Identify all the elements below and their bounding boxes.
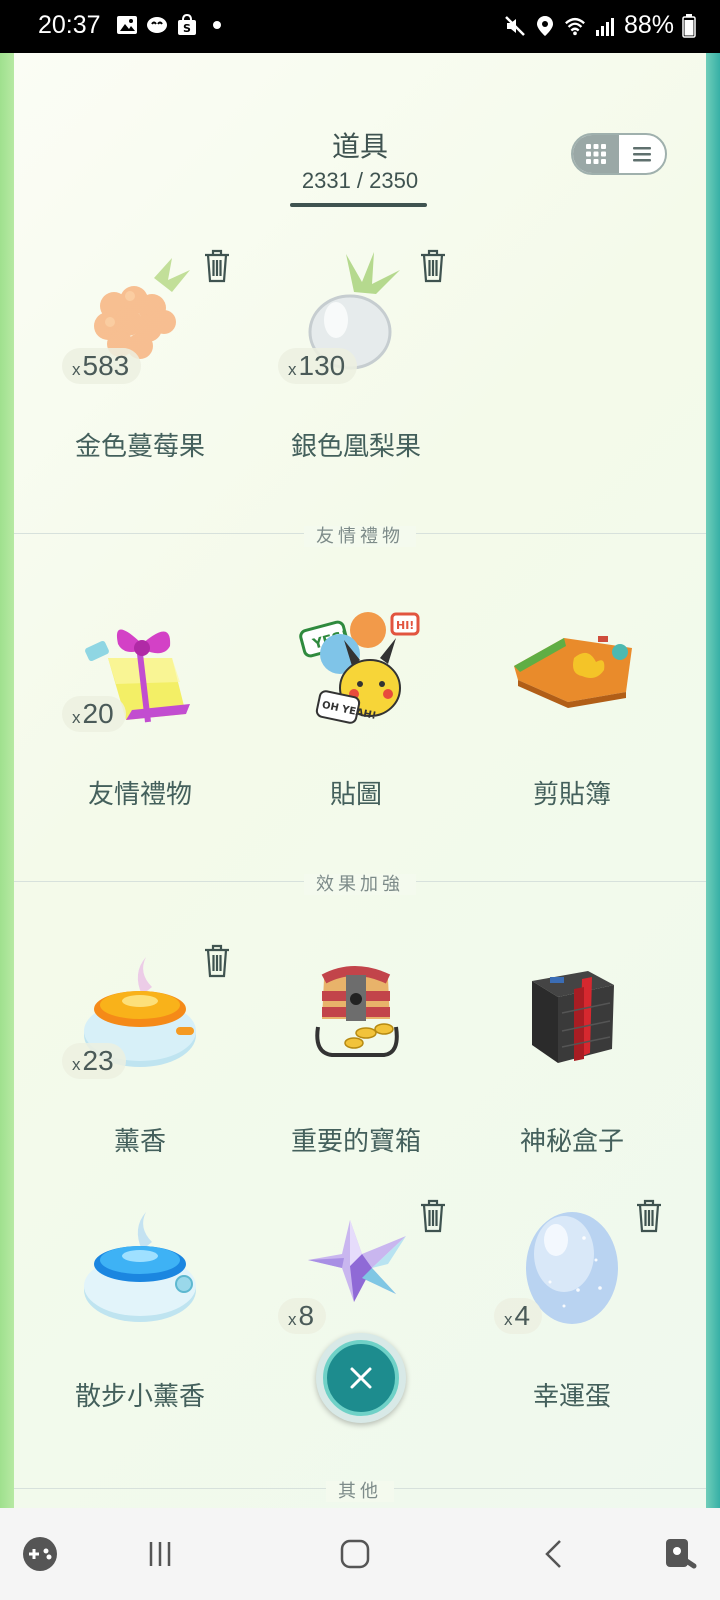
trash-icon[interactable] bbox=[418, 1198, 448, 1234]
close-icon bbox=[350, 1367, 372, 1389]
svg-text:HI!: HI! bbox=[396, 619, 414, 632]
dot-icon bbox=[213, 21, 221, 29]
item-silver-pinap-berry[interactable]: x130 銀色凰梨果 bbox=[248, 248, 464, 498]
mystery-box-icon bbox=[532, 971, 614, 1063]
list-view-button[interactable] bbox=[619, 135, 665, 173]
item-count-badge: x8 bbox=[278, 1298, 327, 1334]
item-name: 幸運蛋 bbox=[532, 1382, 611, 1412]
accessibility-button[interactable] bbox=[658, 1532, 702, 1576]
game-launcher-button[interactable] bbox=[18, 1532, 62, 1576]
daily-incense-icon bbox=[84, 1212, 196, 1322]
item-name: 友情禮物 bbox=[87, 780, 192, 810]
home-button[interactable] bbox=[333, 1532, 377, 1576]
item-golden-razz-berry[interactable]: x583 金色蔓莓果 bbox=[32, 248, 248, 498]
svg-text:S: S bbox=[183, 22, 191, 35]
items-panel[interactable]: 道具 2331 / 2350 x583 金色蔓莓果 x130 銀色凰梨果 友情禮… bbox=[14, 53, 706, 1508]
home-icon bbox=[340, 1539, 370, 1569]
trash-icon[interactable] bbox=[418, 248, 448, 284]
status-icons-right: 88% bbox=[504, 11, 696, 40]
system-nav-bar bbox=[0, 1508, 720, 1600]
close-button[interactable] bbox=[316, 1333, 406, 1423]
item-mystery-box[interactable]: 神秘盒子 bbox=[464, 943, 680, 1193]
item-treasure-chest[interactable]: 重要的寶箱 bbox=[248, 943, 464, 1193]
recent-apps-icon bbox=[149, 1542, 171, 1566]
item-count-badge: x23 bbox=[62, 1043, 126, 1079]
image-icon bbox=[117, 16, 137, 34]
section-label: 友情禮物 bbox=[14, 522, 706, 548]
item-incense[interactable]: x23 薰香 bbox=[32, 943, 248, 1193]
back-icon bbox=[545, 1540, 561, 1568]
item-scrapbook[interactable]: 剪貼簿 bbox=[464, 596, 680, 846]
item-count-badge: x4 bbox=[494, 1298, 543, 1334]
screenshot-icon bbox=[666, 1539, 697, 1569]
app-screen: 道具 2331 / 2350 x583 金色蔓莓果 x130 銀色凰梨果 友情禮… bbox=[0, 53, 720, 1508]
item-count-badge: x583 bbox=[62, 348, 142, 384]
recent-apps-button[interactable] bbox=[138, 1532, 182, 1576]
status-icons-left: S bbox=[116, 14, 228, 36]
item-name: 散步小薰香 bbox=[74, 1382, 205, 1412]
battery-icon bbox=[682, 13, 696, 38]
sticker-icon: YES! HI! OH YEAH! bbox=[299, 612, 420, 724]
item-name: 金色蔓莓果 bbox=[74, 432, 205, 462]
mute-icon bbox=[505, 15, 525, 36]
grid-view-button[interactable] bbox=[573, 135, 619, 173]
back-button[interactable] bbox=[532, 1532, 576, 1576]
item-gift[interactable]: x20 友情禮物 bbox=[32, 596, 248, 846]
item-stickers[interactable]: YES! HI! OH YEAH! 貼圖 bbox=[248, 596, 464, 846]
section-label: 其他 bbox=[14, 1477, 706, 1503]
scrapbook-icon bbox=[514, 636, 632, 708]
item-name: 薰香 bbox=[113, 1127, 166, 1157]
item-count-badge: x20 bbox=[62, 696, 126, 732]
item-name: 剪貼簿 bbox=[532, 780, 611, 810]
shop-icon: S bbox=[178, 14, 196, 35]
wifi-icon bbox=[565, 17, 585, 35]
item-name: 重要的寶箱 bbox=[290, 1127, 421, 1157]
trash-icon[interactable] bbox=[202, 248, 232, 284]
chat-icon bbox=[147, 17, 167, 33]
status-bar: 20:37 S 88% bbox=[0, 0, 720, 53]
item-name: 貼圖 bbox=[329, 780, 382, 810]
section-label: 效果加強 bbox=[14, 870, 706, 896]
title-underline bbox=[290, 203, 427, 207]
view-toggle[interactable] bbox=[571, 133, 667, 175]
signal-icon bbox=[595, 17, 614, 36]
item-daily-incense[interactable]: 散步小薰香 bbox=[32, 1198, 248, 1448]
location-icon bbox=[536, 15, 553, 36]
trash-icon[interactable] bbox=[634, 1198, 664, 1234]
item-name: 神秘盒子 bbox=[519, 1127, 624, 1157]
list-icon bbox=[633, 147, 651, 162]
item-count-badge: x130 bbox=[278, 348, 358, 384]
trash-icon[interactable] bbox=[202, 943, 232, 979]
item-lucky-egg[interactable]: x4 幸運蛋 bbox=[464, 1198, 680, 1448]
item-name: 銀色凰梨果 bbox=[290, 432, 421, 462]
battery-text: 88% bbox=[623, 11, 674, 39]
gamepad-icon bbox=[23, 1537, 57, 1571]
status-time: 20:37 bbox=[38, 11, 101, 39]
treasure-chest-icon bbox=[315, 966, 399, 1057]
grid-icon bbox=[586, 144, 606, 164]
